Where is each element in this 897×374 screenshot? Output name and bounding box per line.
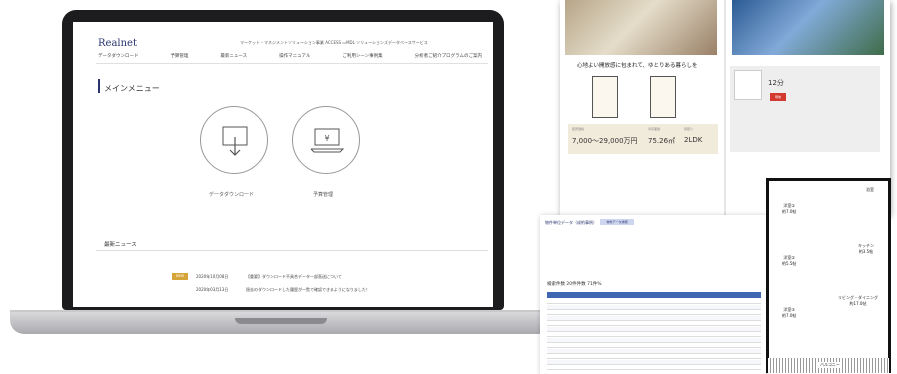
table-row bbox=[547, 299, 761, 304]
stage: Realnet マーケット・マネジメントソリューション事業 ACCESS ▭MD… bbox=[0, 0, 897, 374]
news-divider bbox=[96, 250, 488, 251]
mini-floorplan-2 bbox=[650, 76, 676, 118]
room-kitchen: キッチン 約3.5帖 bbox=[858, 243, 874, 254]
nav-news[interactable]: 最新ニュース bbox=[220, 53, 247, 59]
area-label: 専有面積 bbox=[648, 127, 661, 131]
price-label: 販売価格 bbox=[572, 127, 585, 131]
nav-usecases[interactable]: ご利用シーン事例集 bbox=[342, 53, 382, 59]
brochure-caption: 心地よい開放感に包まれて、ゆとりある暮らしを bbox=[577, 63, 698, 69]
report-badge: 物件データ詳細 bbox=[600, 219, 634, 225]
menu-accent-bar bbox=[98, 79, 100, 93]
news-title: 最新ニュース bbox=[104, 242, 137, 248]
table-row bbox=[547, 304, 761, 310]
nav-manual[interactable]: 操作マニュアル bbox=[279, 53, 310, 59]
laptop-notch bbox=[235, 318, 327, 324]
table-row bbox=[547, 310, 761, 315]
budget-button[interactable]: ¥ bbox=[292, 106, 360, 174]
room-bath: 浴室 bbox=[866, 187, 874, 192]
report-title: 物件単位データ（成約事例） bbox=[545, 220, 597, 225]
table-row bbox=[547, 326, 761, 332]
city-photo bbox=[732, 0, 884, 55]
data-download-button[interactable] bbox=[200, 106, 268, 174]
svg-text:¥: ¥ bbox=[324, 134, 329, 143]
map-pin: 現地 bbox=[770, 93, 786, 101]
app-logo[interactable]: Realnet bbox=[98, 38, 137, 49]
download-icon bbox=[222, 126, 248, 156]
price-value: 7,000〜29,000万円 bbox=[572, 137, 638, 145]
table-row bbox=[547, 315, 761, 321]
nav-program[interactable]: 分析者ご紹介プログラムのご案内 bbox=[415, 53, 482, 59]
nav-divider bbox=[96, 63, 488, 64]
mini-floorplan-1 bbox=[592, 76, 618, 118]
layout-label: 間取り bbox=[684, 127, 694, 131]
area-value: 75.26㎡ bbox=[648, 137, 676, 145]
brochure-fold bbox=[724, 0, 726, 215]
station-badge: 12分 bbox=[768, 79, 784, 87]
laptop-screen bbox=[73, 22, 493, 307]
news-link-1[interactable]: 【重要】ダウンロード不具合データ一部直送について bbox=[246, 274, 342, 280]
nav-data-download[interactable]: データダウンロード bbox=[98, 53, 139, 59]
main-nav: データダウンロード 予算管理 最新ニュース 操作マニュアル ご利用シーン事例集 … bbox=[98, 53, 482, 59]
news-link-2[interactable]: 過去のダウンロードした履歴が一覧で確認できるようになりました！ bbox=[246, 287, 370, 293]
table-row bbox=[547, 343, 761, 348]
table-row bbox=[547, 359, 761, 365]
table-row bbox=[547, 354, 761, 359]
room-living: リビング・ダイニング 約17.0帖 bbox=[838, 295, 878, 306]
interior-photo bbox=[565, 0, 717, 55]
train-icon bbox=[734, 70, 762, 100]
budget-label[interactable]: 予算管理 bbox=[313, 191, 333, 198]
layout-value: 2LDK bbox=[684, 136, 703, 144]
news-date-1: 2020年10月08日 bbox=[196, 274, 229, 279]
menu-title: メインメニュー bbox=[104, 84, 160, 93]
table-row bbox=[547, 321, 761, 326]
nav-budget[interactable]: 予算管理 bbox=[170, 53, 188, 59]
table-row bbox=[547, 365, 761, 370]
data-download-label[interactable]: データダウンロード bbox=[209, 191, 254, 198]
table-row bbox=[547, 337, 761, 343]
budget-laptop-icon: ¥ bbox=[310, 128, 345, 153]
report-table-header bbox=[547, 292, 761, 298]
room-1: 洋室① 約7.0帖 bbox=[782, 203, 797, 214]
top-links[interactable]: マーケット・マネジメントソリューション事業 ACCESS ▭MDL ソリューショ… bbox=[240, 40, 428, 46]
report-total: 検索件数 20件件数 71件% bbox=[547, 282, 602, 287]
news-date-2: 2020年03月13日 bbox=[196, 287, 229, 292]
room-3: 洋室③ 約7.0帖 bbox=[782, 307, 797, 318]
table-row bbox=[547, 348, 761, 354]
balcony-label: バルコニー bbox=[818, 362, 842, 368]
room-2: 洋室② 約5.5帖 bbox=[782, 255, 797, 266]
news-new-badge: NEW bbox=[172, 273, 188, 280]
table-row bbox=[547, 332, 761, 337]
